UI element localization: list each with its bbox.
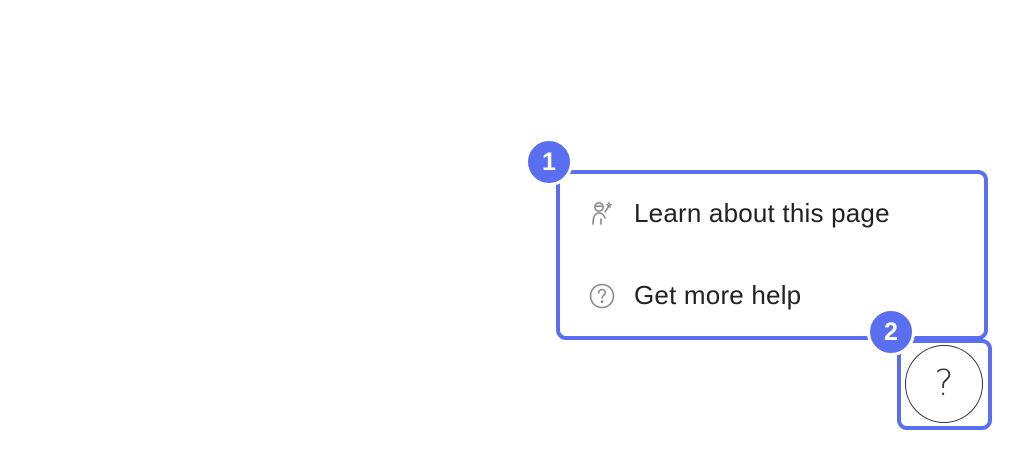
help-button[interactable]: ? bbox=[905, 345, 983, 423]
menu-item-label: Get more help bbox=[634, 280, 802, 310]
menu-item-get-more-help[interactable]: Get more help bbox=[588, 280, 801, 311]
menu-item-learn-about-page[interactable]: Learn about this page bbox=[588, 198, 890, 229]
menu-item-label: Learn about this page bbox=[634, 198, 890, 228]
question-mark-icon: ? bbox=[934, 363, 954, 404]
annotation-badge-2: 2 bbox=[867, 308, 915, 356]
question-circle-icon bbox=[588, 282, 616, 310]
guide-person-icon bbox=[588, 200, 616, 228]
help-menu: Learn about this page Get more help bbox=[566, 178, 978, 332]
annotation-badge-1: 1 bbox=[525, 138, 573, 186]
